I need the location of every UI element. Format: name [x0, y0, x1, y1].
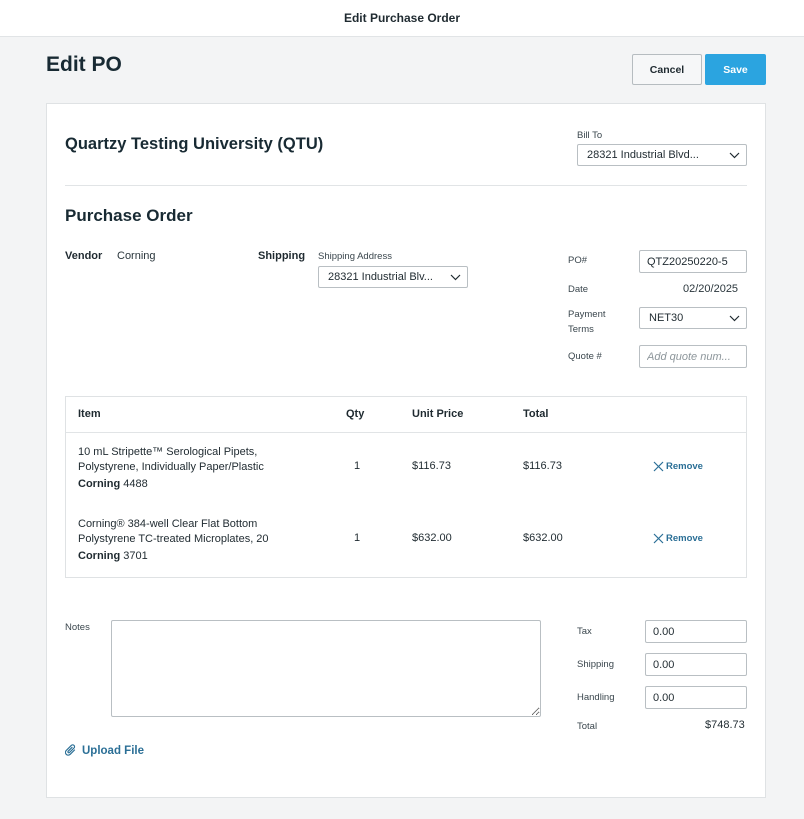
- upload-file-link[interactable]: Upload File: [65, 744, 144, 757]
- organization-name: Quartzy Testing University (QTU): [65, 135, 324, 153]
- column-header-qty: Qty: [346, 408, 365, 420]
- page-title: Edit PO: [46, 53, 122, 76]
- table-row: Corning® 384-well Clear Flat Bottom Poly…: [66, 517, 746, 587]
- upload-file-label: Upload File: [82, 744, 144, 757]
- window-title: Edit Purchase Order: [343, 11, 461, 25]
- payment-terms-value: NET30: [649, 312, 684, 324]
- shipping-label: Shipping: [258, 250, 306, 262]
- handling-label: Handling: [577, 692, 615, 703]
- total-label: Total: [577, 721, 598, 732]
- quote-label: Quote #: [568, 351, 602, 362]
- item-name: Corning® 384-well Clear Flat Bottom Poly…: [78, 517, 298, 547]
- quote-number-input[interactable]: [639, 345, 747, 368]
- notes-textarea[interactable]: [111, 620, 541, 717]
- po-number-input[interactable]: [639, 250, 747, 273]
- vendor-value: Corning: [117, 250, 156, 262]
- payment-terms-label: Payment Terms: [568, 307, 606, 337]
- items-table: Item Qty Unit Price Total 10 mL Stripett…: [65, 396, 747, 578]
- item-catalog: 3701: [123, 550, 148, 562]
- column-header-unit-price: Unit Price: [412, 408, 464, 420]
- handling-input[interactable]: [645, 686, 747, 709]
- total-value: $748.73: [705, 719, 745, 731]
- paperclip-icon: [65, 744, 76, 756]
- close-icon: [653, 533, 664, 544]
- item-name-line2: Polystyrene TC-treated Microplates, 20: [78, 533, 269, 545]
- shipping-cost-input[interactable]: [645, 653, 747, 676]
- item-vendor: Corning: [78, 478, 121, 490]
- remove-item-button[interactable]: Remove: [653, 533, 703, 544]
- item-vendor-catalog: Corning 4488: [78, 478, 148, 490]
- item-vendor: Corning: [78, 550, 121, 562]
- item-qty: 1: [354, 460, 361, 472]
- item-name-line2: Polystyrene, Individually Paper/Plastic: [78, 461, 264, 473]
- shipping-address-value: 28321 Industrial Blv...: [328, 271, 433, 283]
- bill-to-label: Bill To: [577, 130, 603, 141]
- purchase-order-title: Purchase Order: [65, 206, 193, 225]
- date-label: Date: [568, 284, 589, 295]
- date-value: 02/20/2025: [683, 283, 739, 295]
- table-row: 10 mL Stripette™ Serological Pipets, Pol…: [66, 445, 746, 515]
- item-qty: 1: [354, 532, 361, 544]
- item-catalog: 4488: [123, 478, 148, 490]
- item-total: $116.73: [523, 460, 562, 472]
- chevron-down-icon: [722, 145, 746, 165]
- item-total: $632.00: [523, 532, 563, 544]
- remove-label: Remove: [666, 461, 703, 472]
- remove-label: Remove: [666, 533, 703, 544]
- item-vendor-catalog: Corning 3701: [78, 550, 148, 562]
- remove-item-button[interactable]: Remove: [653, 461, 703, 472]
- shipping-address-label: Shipping Address: [318, 251, 392, 262]
- po-number-label: PO#: [568, 255, 588, 266]
- tax-input[interactable]: [645, 620, 747, 643]
- purchase-order-card: Quartzy Testing University (QTU) Bill To…: [46, 103, 766, 798]
- item-name: 10 mL Stripette™ Serological Pipets, Pol…: [78, 445, 298, 475]
- item-name-line1: 10 mL Stripette™ Serological Pipets,: [78, 446, 258, 458]
- notes-label: Notes: [65, 622, 90, 633]
- chevron-down-icon: [722, 308, 746, 328]
- cancel-button[interactable]: Cancel: [632, 54, 702, 85]
- window-title-bar: Edit Purchase Order: [0, 0, 804, 37]
- save-button[interactable]: Save: [705, 54, 766, 85]
- item-unit-price: $116.73: [412, 460, 451, 472]
- items-table-header: Item Qty Unit Price Total: [66, 397, 746, 433]
- section-divider: [65, 185, 747, 186]
- item-name-line1: Corning® 384-well Clear Flat Bottom: [78, 518, 258, 530]
- shipping-address-select[interactable]: 28321 Industrial Blv...: [318, 266, 468, 288]
- chevron-down-icon: [443, 267, 467, 287]
- shipping-cost-label: Shipping: [577, 659, 614, 670]
- vendor-label: Vendor: [65, 250, 103, 262]
- bill-to-select[interactable]: 28321 Industrial Blvd...: [577, 144, 747, 166]
- bill-to-value: 28321 Industrial Blvd...: [587, 149, 699, 161]
- payment-terms-label-line2: Terms: [568, 324, 594, 335]
- payment-terms-select[interactable]: NET30: [639, 307, 747, 329]
- tax-label: Tax: [577, 626, 592, 637]
- payment-terms-label-line1: Payment: [568, 309, 606, 320]
- item-unit-price: $632.00: [412, 532, 452, 544]
- column-header-total: Total: [523, 408, 549, 420]
- column-header-item: Item: [78, 408, 101, 420]
- close-icon: [653, 461, 664, 472]
